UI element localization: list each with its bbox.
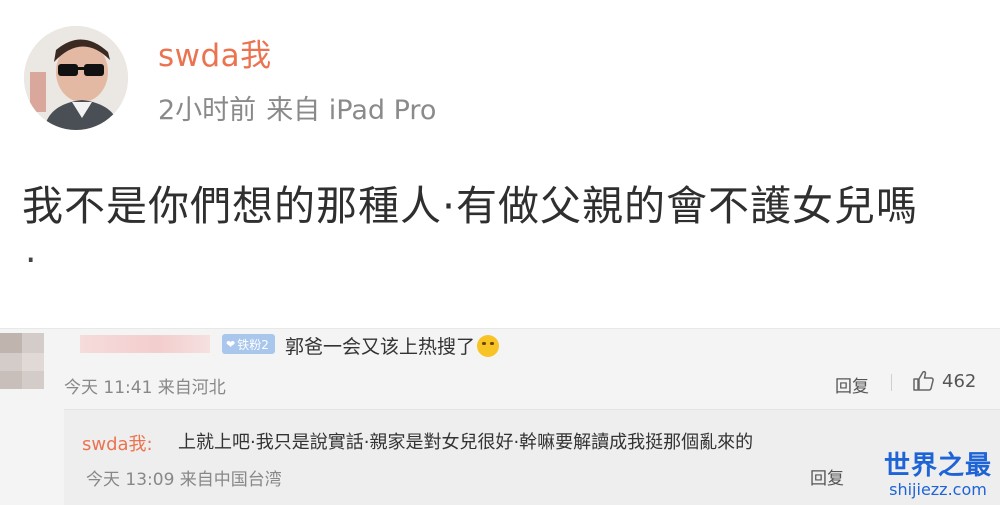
- comment-reply-button[interactable]: 回复: [835, 372, 869, 397]
- watermark-url: shijiezz.com: [889, 480, 987, 499]
- comment-section: ❤ 铁粉2 郭爸一会又该上热搜了 今天 11:41 来自河北 回复 462 sw…: [0, 328, 1000, 505]
- fan-badge[interactable]: ❤ 铁粉2: [222, 334, 275, 354]
- reply-reply-button[interactable]: 回复: [810, 464, 844, 489]
- post-avatar[interactable]: [24, 26, 128, 130]
- weibo-post: swda我 2小时前 来自 iPad Pro 我不是你們想的那種人·有做父親的會不…: [0, 0, 1000, 328]
- commenter-avatar[interactable]: [0, 333, 44, 389]
- comment-text-content: 郭爸一会又该上热搜了: [285, 336, 476, 358]
- like-count: 462: [942, 370, 977, 392]
- reply-username[interactable]: swda我:: [82, 430, 153, 456]
- action-divider: [891, 374, 892, 391]
- comment-text: 郭爸一会又该上热搜了: [285, 332, 500, 359]
- avatar-image: [24, 26, 128, 130]
- post-meta: 2小时前 来自 iPad Pro: [158, 88, 436, 127]
- avatar-image: [0, 333, 44, 389]
- reply-meta: 今天 13:09 来自中国台湾: [86, 470, 282, 490]
- commenter-name-blurred: [80, 335, 210, 353]
- reply-text: 上就上吧·我只是說實話·親家是對女兒很好·幹嘛要解讀成我挺那個亂來的: [178, 432, 754, 453]
- comment-meta: 今天 11:41 来自河北: [64, 378, 226, 398]
- reply-box: swda我: 上就上吧·我只是說實話·親家是對女兒很好·幹嘛要解讀成我挺那個亂來…: [64, 409, 1000, 505]
- post-text-tail: ·: [25, 240, 37, 281]
- thumbs-up-icon: [913, 370, 934, 391]
- post-text: 我不是你們想的那種人·有做父親的會不護女兒嗎: [22, 182, 919, 230]
- post-time: 2小时前: [158, 95, 257, 126]
- fan-badge-label: 铁粉2: [237, 337, 269, 352]
- like-button[interactable]: 462: [912, 369, 976, 393]
- heart-icon: ❤: [226, 337, 236, 351]
- post-source: 来自 iPad Pro: [266, 95, 437, 126]
- post-username[interactable]: swda我: [158, 30, 272, 75]
- watermark-title: 世界之最: [883, 451, 992, 481]
- watermark: 世界之最 shijiezz.com: [884, 451, 992, 499]
- laugh-emoji-icon: [477, 335, 500, 357]
